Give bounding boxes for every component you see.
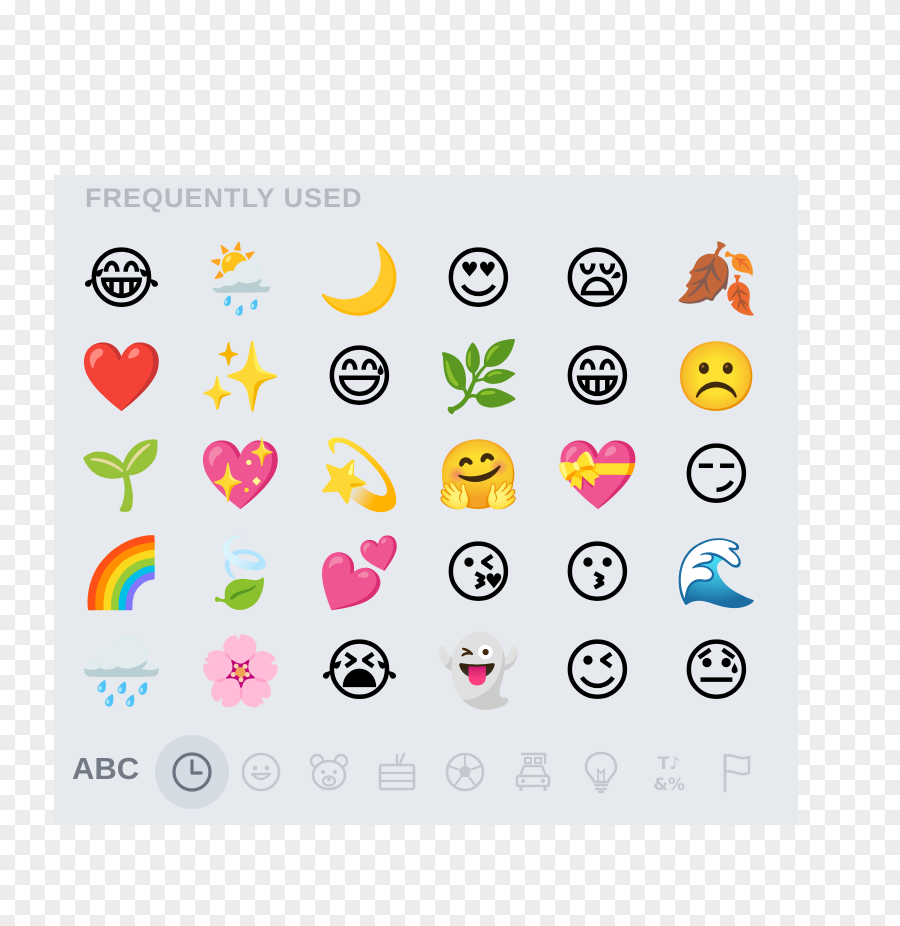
ghost-emoji: 👻 <box>436 632 521 711</box>
frowning-face-emoji: ☹️ <box>674 338 759 417</box>
section-title: FREQUENTLY USED <box>85 183 363 213</box>
symbols-icon-bottom: &% <box>653 775 685 794</box>
emoji-key-crescent-moon[interactable]: 🌙 <box>300 231 419 329</box>
emoji-key-sparkling-heart[interactable]: 💖 <box>181 427 300 525</box>
emoji-key-grinning-face-with-sweat[interactable]: 😅 <box>300 329 419 427</box>
beaming-face-emoji: 😁 <box>562 338 633 417</box>
crescent-moon-emoji: 🌙 <box>317 240 402 319</box>
emoji-key-winking-face[interactable]: 😉 <box>538 623 657 721</box>
emoji-key-sparkles[interactable]: ✨ <box>181 329 300 427</box>
smiley-icon <box>241 752 281 792</box>
flag-icon <box>723 753 751 793</box>
emoji-key-downcast-face-with-sweat[interactable]: 😓 <box>657 623 776 721</box>
category-food-drink[interactable] <box>360 735 434 809</box>
sparkling-heart-emoji: 💖 <box>198 436 283 515</box>
emoji-key-smirking-face[interactable]: 😏 <box>657 427 776 525</box>
emoji-key-hugging-face[interactable]: 🤗 <box>419 427 538 525</box>
loudly-crying-face-emoji: 😭 <box>319 632 400 711</box>
rainbow-emoji: 🌈 <box>79 534 164 613</box>
sleepy-face-emoji: 😪 <box>562 240 633 319</box>
emoji-key-herb[interactable]: 🌿 <box>419 329 538 427</box>
red-heart-emoji: ❤️ <box>79 338 164 417</box>
category-travel-places[interactable] <box>496 735 570 809</box>
category-smileys-people[interactable] <box>224 735 298 809</box>
category-animals-nature[interactable] <box>292 735 366 809</box>
smiling-face-with-heart-eyes-emoji: 😍 <box>443 240 514 319</box>
emoji-key-beaming-face[interactable]: 😁 <box>538 329 657 427</box>
emoji-key-seedling[interactable]: 🌱 <box>62 427 181 525</box>
smirking-face-emoji: 😏 <box>681 436 752 515</box>
bear-icon <box>309 753 349 791</box>
emoji-key-kissing-face[interactable]: 😗 <box>538 525 657 623</box>
category-flags[interactable] <box>700 735 774 809</box>
emoji-key-face-blowing-a-kiss[interactable]: 😘 <box>419 525 538 623</box>
category-frequently-used[interactable] <box>155 735 229 809</box>
emoji-key-two-hearts[interactable]: 💕 <box>300 525 419 623</box>
heart-with-ribbon-emoji: 💝 <box>555 436 640 515</box>
emoji-key-ghost[interactable]: 👻 <box>419 623 538 721</box>
hugging-face-emoji: 🤗 <box>436 436 521 515</box>
car-icon <box>515 752 551 791</box>
emoji-keyboard: FREQUENTLY USED 😂 🌦️ 🌙 😍 😪 🍂 ❤️ ✨ 😅 🌿 😁 ☹️ 🌱 💖 💫 🤗 💝 😏 🌈 🍃 💕… <box>54 175 798 825</box>
winking-face-emoji: 😉 <box>562 632 633 711</box>
category-objects[interactable] <box>564 735 638 809</box>
abc-button[interactable]: ABC <box>72 751 139 787</box>
category-symbols[interactable]: T♪ &% <box>632 735 706 809</box>
emoji-key-dizzy[interactable]: 💫 <box>300 427 419 525</box>
soccer-ball-icon <box>445 752 485 792</box>
emoji-key-water-wave[interactable]: 🌊 <box>657 525 776 623</box>
symbols-icon-top: T♪ <box>658 754 680 774</box>
dizzy-emoji: 💫 <box>317 436 402 515</box>
cherry-blossom-emoji: 🌸 <box>198 632 283 711</box>
herb-emoji: 🌿 <box>436 338 521 417</box>
kissing-face-emoji: 😗 <box>562 534 633 613</box>
two-hearts-emoji: 💕 <box>317 534 402 613</box>
emoji-key-smiling-face-with-heart-eyes[interactable]: 😍 <box>419 231 538 329</box>
emoji-grid: 😂 🌦️ 🌙 😍 😪 🍂 ❤️ ✨ 😅 🌿 😁 ☹️ 🌱 💖 💫 🤗 💝 😏 🌈 🍃 💕 😘 😗 🌊 🌧️ 🌸 😭 👻 😉 😓 <box>62 231 776 721</box>
downcast-face-with-sweat-emoji: 😓 <box>681 632 752 711</box>
emoji-key-fallen-leaf[interactable]: 🍂 <box>657 231 776 329</box>
sparkles-emoji: ✨ <box>198 338 283 417</box>
category-activity[interactable] <box>428 735 502 809</box>
emoji-key-red-heart[interactable]: ❤️ <box>62 329 181 427</box>
water-wave-emoji: 🌊 <box>674 534 759 613</box>
grinning-face-with-sweat-emoji: 😅 <box>324 338 395 417</box>
emoji-key-frowning-face[interactable]: ☹️ <box>657 329 776 427</box>
emoji-key-heart-with-ribbon[interactable]: 💝 <box>538 427 657 525</box>
emoji-key-cloud-with-rain[interactable]: 🌧️ <box>62 623 181 721</box>
emoji-key-sleepy-face[interactable]: 😪 <box>538 231 657 329</box>
cake-icon <box>378 752 416 791</box>
emoji-key-leaf-fluttering-in-wind[interactable]: 🍃 <box>181 525 300 623</box>
sun-behind-rain-cloud-emoji: 🌦️ <box>198 240 283 319</box>
leaf-fluttering-in-wind-emoji: 🍃 <box>198 534 283 613</box>
fallen-leaf-emoji: 🍂 <box>674 240 759 319</box>
face-with-tears-of-joy-emoji: 😂 <box>81 240 162 319</box>
emoji-key-loudly-crying-face[interactable]: 😭 <box>300 623 419 721</box>
face-blowing-a-kiss-emoji: 😘 <box>443 534 514 613</box>
emoji-key-face-with-tears-of-joy[interactable]: 😂 <box>62 231 181 329</box>
lightbulb-icon <box>584 751 618 794</box>
cloud-with-rain-emoji: 🌧️ <box>79 632 164 711</box>
emoji-key-rainbow[interactable]: 🌈 <box>62 525 181 623</box>
seedling-emoji: 🌱 <box>79 436 164 515</box>
emoji-key-sun-behind-rain-cloud[interactable]: 🌦️ <box>181 231 300 329</box>
symbols-icon: T♪ &% <box>653 754 685 794</box>
emoji-key-cherry-blossom[interactable]: 🌸 <box>181 623 300 721</box>
category-bar: ABC T♪ &% <box>54 735 798 813</box>
clock-icon <box>172 752 212 792</box>
